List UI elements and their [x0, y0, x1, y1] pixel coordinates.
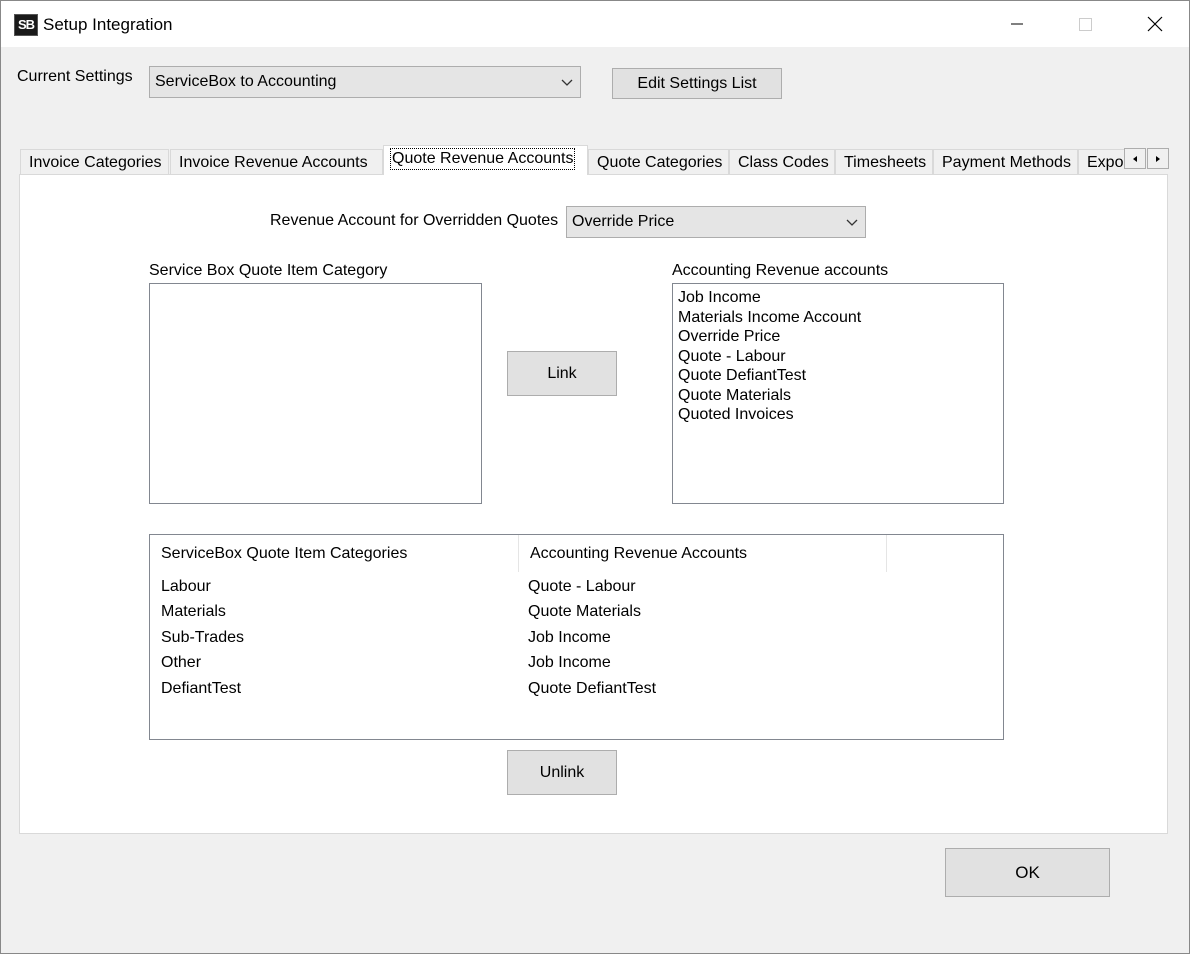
- table-cell-category[interactable]: Materials: [161, 603, 226, 621]
- tab-export[interactable]: Expo: [1078, 149, 1130, 175]
- chevron-down-icon: [846, 219, 858, 226]
- minimize-icon: [1011, 23, 1023, 25]
- quote-item-category-listbox[interactable]: [149, 283, 482, 504]
- table-cell-category[interactable]: Labour: [161, 578, 211, 596]
- quote-item-category-label: Service Box Quote Item Category: [149, 262, 388, 279]
- table-cell-account[interactable]: Quote - Labour: [528, 578, 636, 596]
- table-cell-account[interactable]: Job Income: [528, 654, 611, 672]
- tab-label: Timesheets: [844, 153, 927, 171]
- revenue-accounts-label: Accounting Revenue accounts: [672, 262, 889, 279]
- current-settings-value: ServiceBox to Accounting: [155, 73, 337, 90]
- override-quotes-label: Revenue Account for Overridden Quotes: [270, 212, 559, 229]
- chevron-down-icon: [561, 79, 573, 86]
- tab-quote-revenue-accounts[interactable]: Quote Revenue Accounts: [383, 145, 588, 175]
- tab-payment-methods[interactable]: Payment Methods: [933, 149, 1078, 175]
- column-header-label: Accounting Revenue Accounts: [530, 544, 748, 562]
- tab-strip: Invoice Categories Invoice Revenue Accou…: [20, 145, 1130, 175]
- list-item[interactable]: Quote Materials: [673, 386, 1003, 406]
- tab-label: Class Codes: [738, 153, 829, 171]
- current-settings-dropdown[interactable]: ServiceBox to Accounting: [149, 66, 581, 98]
- table-cell-account[interactable]: Job Income: [528, 629, 611, 647]
- link-button[interactable]: Link: [507, 351, 617, 396]
- table-cell-category[interactable]: Other: [161, 654, 201, 672]
- tab-class-codes[interactable]: Class Codes: [729, 149, 835, 175]
- setup-integration-window: SB Setup Integration Current Settings Se…: [0, 0, 1190, 954]
- current-settings-label: Current Settings: [17, 68, 133, 85]
- column-header-label: ServiceBox Quote Item Categories: [161, 544, 408, 562]
- app-logo-icon: SB: [14, 14, 38, 36]
- arrow-right-icon: [1156, 155, 1160, 162]
- override-quotes-dropdown[interactable]: Override Price: [566, 206, 866, 238]
- list-item[interactable]: Quoted Invoices: [673, 405, 1003, 425]
- tab-label: Invoice Categories: [29, 153, 162, 171]
- edit-settings-list-button[interactable]: Edit Settings List: [612, 68, 782, 99]
- tab-timesheets[interactable]: Timesheets: [835, 149, 933, 175]
- tab-quote-categories[interactable]: Quote Categories: [588, 149, 729, 175]
- mapping-listview[interactable]: ServiceBox Quote Item Categories Account…: [149, 534, 1004, 740]
- minimize-button[interactable]: [994, 1, 1040, 47]
- unlink-button[interactable]: Unlink: [507, 750, 617, 795]
- maximize-button[interactable]: [1062, 1, 1108, 47]
- list-item[interactable]: Quote DefiantTest: [673, 366, 1003, 386]
- column-header-categories[interactable]: ServiceBox Quote Item Categories: [150, 535, 519, 572]
- list-item[interactable]: Materials Income Account: [673, 308, 1003, 328]
- table-cell-account[interactable]: Quote DefiantTest: [528, 680, 656, 698]
- table-cell-account[interactable]: Quote Materials: [528, 603, 641, 621]
- table-cell-category[interactable]: Sub-Trades: [161, 629, 244, 647]
- override-quotes-value: Override Price: [572, 213, 675, 230]
- tab-label: Expo: [1087, 153, 1124, 171]
- revenue-accounts-listbox[interactable]: Job Income Materials Income Account Over…: [672, 283, 1004, 504]
- ok-button[interactable]: OK: [945, 848, 1110, 897]
- arrow-left-icon: [1133, 155, 1137, 162]
- column-header-accounts[interactable]: Accounting Revenue Accounts: [519, 535, 887, 572]
- list-item[interactable]: Job Income: [673, 288, 1003, 308]
- table-cell-category[interactable]: DefiantTest: [161, 680, 241, 698]
- tab-label: Quote Revenue Accounts: [389, 148, 576, 170]
- title-bar[interactable]: SB Setup Integration: [1, 1, 1189, 47]
- tab-label: Quote Categories: [597, 153, 723, 171]
- maximize-icon: [1078, 17, 1092, 31]
- tab-scroll-left-button[interactable]: [1124, 148, 1146, 169]
- close-icon: [1147, 16, 1163, 32]
- window-title: Setup Integration: [43, 15, 173, 34]
- tab-invoice-revenue-accounts[interactable]: Invoice Revenue Accounts: [170, 149, 383, 175]
- tab-scroll-right-button[interactable]: [1147, 148, 1169, 169]
- tab-label: Payment Methods: [942, 153, 1071, 171]
- close-button[interactable]: [1132, 1, 1178, 47]
- tab-invoice-categories[interactable]: Invoice Categories: [20, 149, 169, 175]
- list-item[interactable]: Quote - Labour: [673, 347, 1003, 367]
- list-item[interactable]: Override Price: [673, 327, 1003, 347]
- tab-label: Invoice Revenue Accounts: [179, 153, 368, 171]
